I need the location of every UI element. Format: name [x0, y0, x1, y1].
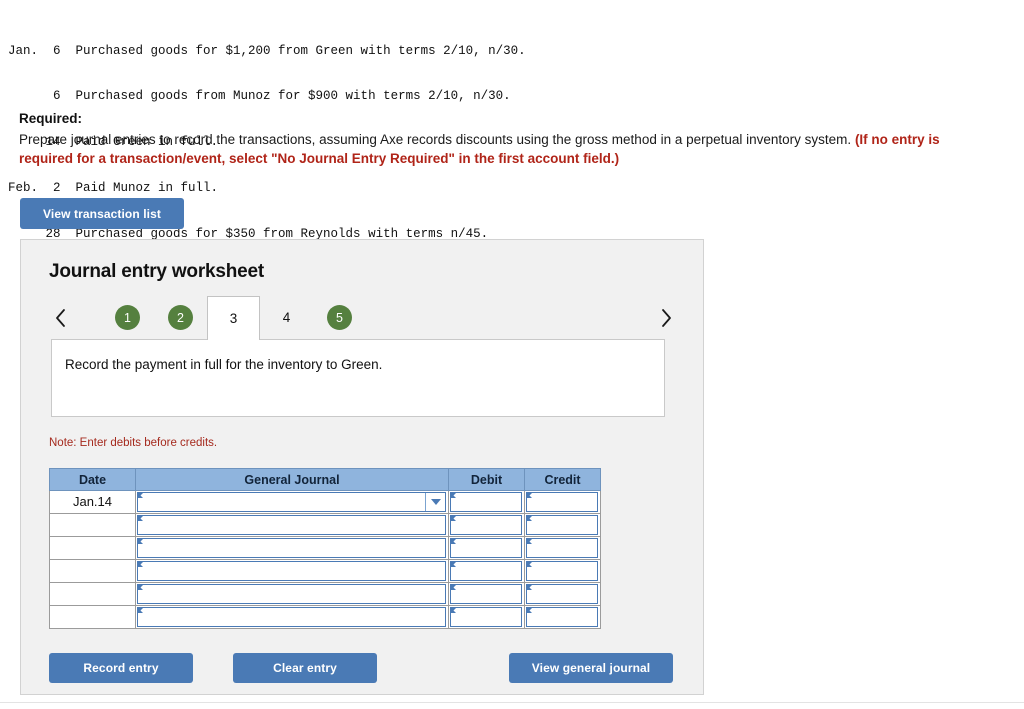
account-input[interactable]	[137, 584, 446, 604]
transaction-description: Paid Munoz in full.	[75, 181, 219, 196]
chevron-right-icon[interactable]	[655, 306, 677, 330]
journal-entry-table: Date General Journal Debit Credit Jan.14	[49, 468, 601, 629]
column-header-debit: Debit	[448, 468, 525, 491]
account-dropdown-toggle[interactable]	[425, 493, 445, 511]
debit-cell	[448, 582, 525, 606]
view-transaction-list-button[interactable]: View transaction list	[20, 198, 184, 229]
debit-input[interactable]	[450, 538, 522, 558]
transaction-description: Purchased goods for $1,200 from Green wi…	[75, 43, 526, 58]
transaction-day: 6	[52, 89, 61, 104]
transaction-line: 6 Purchased goods from Munoz for $900 wi…	[8, 89, 526, 104]
credit-cell	[524, 490, 601, 514]
table-row: Jan.14	[49, 490, 601, 514]
debit-cell	[448, 536, 525, 560]
instruction-box: Record the payment in full for the inven…	[51, 339, 665, 417]
worksheet-tab-5[interactable]: 5	[313, 296, 366, 339]
credit-input[interactable]	[526, 515, 598, 535]
required-section: Required: Prepare journal entries to rec…	[19, 110, 979, 168]
table-row	[49, 582, 601, 606]
table-row	[49, 559, 601, 583]
debit-input[interactable]	[450, 561, 522, 581]
debit-cell	[448, 513, 525, 537]
date-cell[interactable]	[49, 536, 136, 560]
debit-input[interactable]	[450, 515, 522, 535]
date-cell[interactable]	[49, 559, 136, 583]
column-header-general-journal: General Journal	[135, 468, 449, 491]
general-journal-cell	[135, 582, 449, 606]
debit-input[interactable]	[450, 584, 522, 604]
required-heading: Required:	[19, 111, 83, 126]
chevron-down-icon	[430, 499, 441, 505]
table-row	[49, 605, 601, 629]
general-journal-cell	[135, 536, 449, 560]
credit-cell	[524, 582, 601, 606]
credit-cell	[524, 605, 601, 629]
required-body-text: Prepare journal entries to record the tr…	[19, 132, 855, 147]
debit-cell	[448, 490, 525, 514]
date-cell[interactable]	[49, 582, 136, 606]
journal-entry-worksheet-panel: Journal entry worksheet 1 2 3 4 5 Record…	[20, 239, 704, 695]
account-input[interactable]	[137, 492, 446, 512]
debit-cell	[448, 605, 525, 629]
worksheet-tabs: 1 2 3 4 5	[101, 296, 366, 340]
date-cell[interactable]	[49, 513, 136, 537]
credit-cell	[524, 536, 601, 560]
table-header-row: Date General Journal Debit Credit	[49, 468, 601, 491]
transaction-month: Feb.	[8, 181, 39, 196]
account-input[interactable]	[137, 538, 446, 558]
column-header-credit: Credit	[524, 468, 601, 491]
credit-cell	[524, 559, 601, 583]
date-cell[interactable]: Jan.14	[49, 490, 136, 514]
worksheet-tab-2-label: 2	[168, 305, 193, 330]
column-header-date: Date	[49, 468, 136, 491]
worksheet-tab-3[interactable]: 3	[207, 296, 260, 340]
record-entry-button[interactable]: Record entry	[49, 653, 193, 683]
worksheet-tab-5-label: 5	[327, 305, 352, 330]
transaction-day: 2	[52, 181, 61, 196]
credit-input[interactable]	[526, 584, 598, 604]
debit-cell	[448, 559, 525, 583]
table-row	[49, 513, 601, 537]
required-body: Prepare journal entries to record the tr…	[19, 130, 979, 168]
debit-input[interactable]	[450, 607, 522, 627]
credit-input[interactable]	[526, 561, 598, 581]
credit-input[interactable]	[526, 538, 598, 558]
debits-before-credits-note: Note: Enter debits before credits.	[49, 437, 218, 449]
transaction-day: 6	[52, 43, 61, 58]
transaction-month: Jan.	[8, 43, 39, 58]
worksheet-tab-3-label: 3	[229, 311, 238, 326]
instruction-text: Record the payment in full for the inven…	[65, 357, 383, 372]
account-input[interactable]	[137, 515, 446, 535]
transaction-line: Jan. 6 Purchased goods for $1,200 from Gr…	[8, 44, 526, 59]
worksheet-tab-2[interactable]: 2	[154, 296, 207, 339]
credit-input[interactable]	[526, 607, 598, 627]
credit-cell	[524, 513, 601, 537]
general-journal-cell	[135, 559, 449, 583]
clear-entry-button[interactable]: Clear entry	[233, 653, 377, 683]
view-general-journal-button[interactable]: View general journal	[509, 653, 673, 683]
credit-input[interactable]	[526, 492, 598, 512]
date-cell[interactable]	[49, 605, 136, 629]
worksheet-tab-1-label: 1	[115, 305, 140, 330]
account-input[interactable]	[137, 561, 446, 581]
worksheet-tab-1[interactable]: 1	[101, 296, 154, 339]
general-journal-cell	[135, 490, 449, 514]
table-row	[49, 536, 601, 560]
transaction-description: Purchased goods from Munoz for $900 with…	[75, 89, 511, 104]
account-input[interactable]	[137, 607, 446, 627]
page-bottom-divider	[0, 702, 1024, 703]
worksheet-tab-4[interactable]: 4	[260, 296, 313, 339]
debit-input[interactable]	[450, 492, 522, 512]
worksheet-tabbar: 1 2 3 4 5	[49, 296, 677, 340]
general-journal-cell	[135, 513, 449, 537]
worksheet-title: Journal entry worksheet	[49, 261, 265, 282]
worksheet-tab-4-label: 4	[282, 310, 291, 325]
chevron-left-icon[interactable]	[49, 306, 71, 330]
general-journal-cell	[135, 605, 449, 629]
transaction-line: Feb. 2 Paid Munoz in full.	[8, 181, 526, 196]
